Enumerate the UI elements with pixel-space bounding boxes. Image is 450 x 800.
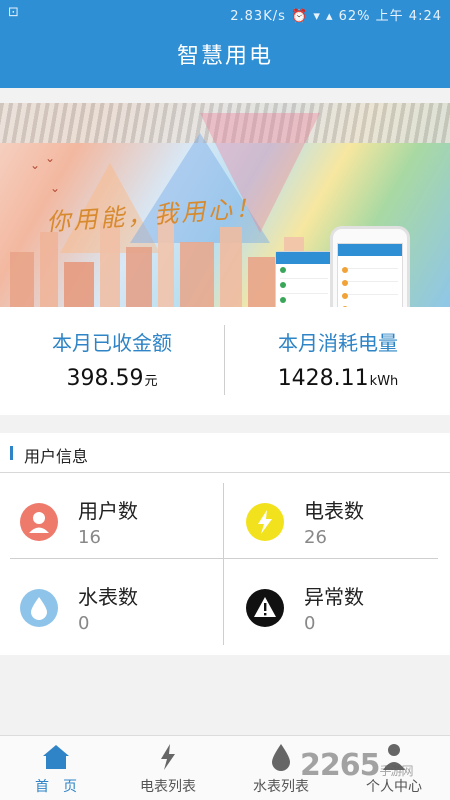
stat-label: 本月已收金额: [52, 331, 172, 355]
tab-home[interactable]: 首 页: [0, 736, 112, 800]
meter-count-card[interactable]: 电表数 26: [226, 483, 450, 559]
bird-icon: ⌄: [30, 158, 41, 172]
divider: [10, 558, 438, 559]
tab-electric-meter-list[interactable]: 电表列表: [112, 736, 224, 800]
stat-value: 1428.11kWh: [277, 366, 399, 391]
card-count: 0: [304, 613, 316, 634]
section-header: 用户信息: [0, 433, 450, 473]
lightning-icon: [161, 744, 175, 770]
water-meter-count-card[interactable]: 水表数 0: [0, 569, 224, 645]
tab-label: 电表列表: [140, 779, 196, 795]
section-title: 用户信息: [24, 447, 89, 466]
card-label: 异常数: [304, 585, 364, 609]
water-drop-icon: [20, 589, 58, 627]
card-count: 0: [78, 613, 90, 634]
warning-icon: [246, 589, 284, 627]
card-label: 电表数: [304, 499, 364, 523]
user-icon: [20, 503, 58, 541]
card-label: 用户数: [78, 499, 138, 523]
water-drop-icon: [272, 744, 290, 771]
divider: [224, 325, 225, 395]
user-info-panel: 用户信息 用户数 16 电表数 26 水表数 0 异常数 0: [0, 433, 450, 655]
mock-list-screen: [275, 251, 333, 307]
stat-collected-amount: 本月已收金额 398.59元: [0, 307, 224, 415]
stat-value: 398.59元: [66, 366, 158, 391]
bird-icon: ⌄: [45, 151, 56, 165]
app-header: 智慧用电: [0, 26, 450, 88]
stat-label: 本月消耗电量: [278, 331, 398, 355]
card-label: 水表数: [78, 585, 138, 609]
card-count: 16: [78, 527, 101, 548]
status-bar: ⊡ 2.83K/s ⏰ ▾ ▴ 62% 上午 4:24: [0, 0, 450, 26]
watermark-logo: 2265手游网: [300, 748, 414, 783]
user-count-card[interactable]: 用户数 16: [0, 483, 224, 559]
stat-power-consumption: 本月消耗电量 1428.11kWh: [226, 307, 450, 415]
card-count: 26: [304, 527, 327, 548]
home-icon: [43, 745, 69, 769]
status-info: 2.83K/s ⏰ ▾ ▴ 62% 上午 4:24: [230, 9, 442, 24]
anomaly-count-card[interactable]: 异常数 0: [226, 569, 450, 645]
page-title: 智慧用电: [176, 44, 273, 69]
notification-icon: ⊡: [8, 5, 19, 20]
section-marker: [10, 446, 13, 460]
lightning-icon: [246, 503, 284, 541]
promo-banner[interactable]: ⌄ ⌄ ⌄ 你用能，我用心！: [0, 103, 450, 307]
tab-label: 首 页: [35, 779, 77, 795]
bird-icon: ⌄: [50, 181, 61, 195]
mock-phone-illustration: [330, 226, 410, 307]
monthly-stats: 本月已收金额 398.59元 本月消耗电量 1428.11kWh: [0, 307, 450, 415]
